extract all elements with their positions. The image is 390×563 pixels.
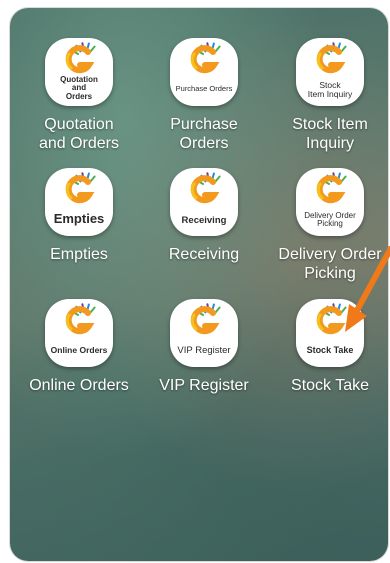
icon-caption: Receiving (181, 215, 227, 226)
icon-caption: Stock Take (306, 345, 354, 355)
app-label: Stock Item Inquiry (292, 116, 368, 152)
app-vip-register[interactable]: VIP Register VIP Register (141, 299, 267, 395)
icon-caption: Stock Item Inquiry (307, 80, 353, 99)
stock-item-inquiry-icon[interactable]: Stock Item Inquiry (296, 38, 364, 106)
app-quotation-and-orders[interactable]: Quotation and Orders Quotation and Order… (16, 38, 142, 153)
app-folder: Quotation and Orders Quotation and Order… (10, 8, 388, 561)
app-receiving[interactable]: Receiving Receiving (141, 168, 267, 264)
empties-icon[interactable]: Empties (45, 168, 113, 236)
icon-caption: Online Orders (50, 345, 108, 355)
receiving-icon[interactable]: Receiving (170, 168, 238, 236)
app-logo-icon (190, 42, 221, 74)
app-stock-item-inquiry[interactable]: Stock Item Inquiry Stock Item Inquiry (267, 38, 388, 153)
quotation-and-orders-icon[interactable]: Quotation and Orders (45, 38, 113, 106)
app-empties[interactable]: Empties Empties (16, 168, 142, 264)
app-purchase-orders[interactable]: Purchase Orders Purchase Orders (141, 38, 267, 153)
purchase-orders-icon[interactable]: Purchase Orders (170, 38, 238, 106)
icon-caption: Delivery Order Picking (304, 211, 356, 229)
app-label: Empties (50, 246, 108, 263)
online-orders-icon[interactable]: Online Orders (45, 299, 113, 367)
icon-caption: VIP Register (177, 345, 231, 356)
app-logo-icon (190, 303, 221, 335)
app-label: Stock Take (291, 377, 369, 394)
app-label: Online Orders (29, 377, 129, 394)
app-label: Purchase Orders (170, 116, 238, 152)
arrow-shaft (352, 246, 390, 317)
app-grid: Quotation and Orders Quotation and Order… (10, 8, 388, 561)
delivery-order-picking-icon[interactable]: Delivery Order Picking (296, 168, 364, 236)
icon-caption: Quotation and Orders (60, 75, 98, 101)
app-label: Receiving (168, 246, 240, 263)
app-online-orders[interactable]: Online Orders Online Orders (16, 299, 142, 395)
app-label: VIP Register (159, 377, 249, 394)
icon-caption: Purchase Orders (175, 84, 233, 93)
pointer-arrow-icon (345, 246, 390, 332)
vip-register-icon[interactable]: VIP Register (170, 299, 238, 367)
icon-caption: Empties (53, 211, 105, 226)
app-label: Quotation and Orders (38, 116, 120, 152)
app-logo-icon (65, 303, 96, 335)
